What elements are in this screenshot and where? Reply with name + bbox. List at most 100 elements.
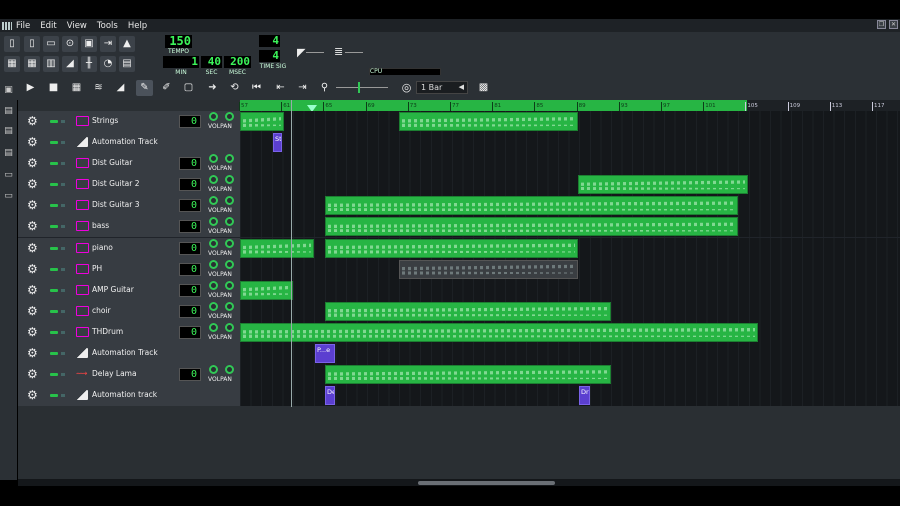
mixer-icon[interactable]: ╫ — [81, 56, 97, 72]
gear-icon[interactable]: ⚙ — [27, 346, 38, 360]
piano-roll-icon[interactable]: ▥ — [43, 56, 59, 72]
menu-help[interactable]: Help — [128, 21, 147, 31]
volume-knob[interactable] — [209, 217, 218, 227]
pan-knob[interactable] — [225, 259, 234, 269]
gear-icon[interactable]: ⚙ — [27, 198, 38, 212]
track-lane[interactable] — [240, 321, 900, 343]
volume-knob[interactable] — [209, 196, 218, 206]
back-to-start-icon[interactable]: ⏮ — [248, 80, 265, 96]
track-name[interactable]: Dist Guitar 3 — [92, 200, 140, 209]
automation-clip[interactable]: St — [273, 133, 282, 153]
mixer-channel-display[interactable]: 0 — [179, 241, 201, 255]
pattern-clip[interactable] — [240, 112, 284, 131]
mixer-channel-display[interactable]: 0 — [179, 325, 201, 339]
horizontal-scrollbar[interactable] — [18, 479, 900, 486]
pattern-clip[interactable] — [240, 280, 293, 300]
samples-icon[interactable]: ▤ — [3, 125, 14, 137]
solo-toggle[interactable] — [61, 204, 65, 208]
pattern-clip[interactable] — [240, 322, 758, 342]
mute-toggle[interactable] — [50, 183, 58, 187]
menu-tools[interactable]: Tools — [97, 21, 118, 31]
pattern-clip[interactable] — [399, 112, 578, 131]
instrument-plugins-icon[interactable]: ▣ — [3, 84, 14, 96]
timesig-denominator[interactable]: 4 — [259, 50, 280, 62]
track-name[interactable]: Dist Guitar 2 — [92, 179, 140, 188]
track-name[interactable]: Dist Guitar — [92, 158, 132, 167]
solo-toggle[interactable] — [61, 120, 65, 123]
gear-icon[interactable]: ⚙ — [27, 156, 38, 170]
pan-knob[interactable] — [225, 365, 234, 375]
mixer-channel-display[interactable]: 0 — [179, 157, 201, 171]
remove-bar-icon[interactable]: ⇥ — [294, 80, 311, 96]
pattern-clip[interactable] — [578, 175, 748, 195]
solo-toggle[interactable] — [61, 162, 65, 166]
open-project-icon[interactable]: ▭ — [43, 36, 59, 52]
track-lane[interactable] — [240, 174, 900, 196]
volume-knob[interactable] — [209, 112, 218, 121]
pan-knob[interactable] — [225, 280, 234, 290]
pan-knob[interactable] — [225, 238, 234, 248]
controller-rack-icon[interactable]: ◔ — [100, 56, 116, 72]
master-pitch-slider[interactable] — [345, 52, 363, 53]
gear-icon[interactable]: ⚙ — [27, 177, 38, 191]
track-lane[interactable] — [240, 195, 900, 217]
gear-icon[interactable]: ⚙ — [27, 283, 38, 297]
recent-projects-icon[interactable]: ⊙ — [62, 36, 78, 52]
pattern-clip[interactable] — [325, 196, 738, 216]
autoscroll-icon[interactable]: ➜ — [204, 80, 221, 96]
master-pitch-icon[interactable]: ≣ — [334, 45, 343, 58]
track-name[interactable]: PH — [92, 264, 102, 273]
gear-icon[interactable]: ⚙ — [27, 241, 38, 255]
track-name[interactable]: Automation Track — [92, 348, 158, 357]
mute-toggle[interactable] — [50, 288, 58, 292]
timeline[interactable]: 57 61 65 69 73 77 81 85 89 93 97 101 105 109 113 117 — [239, 100, 900, 112]
track-lane[interactable] — [240, 153, 900, 175]
gear-icon[interactable]: ⚙ — [27, 262, 38, 276]
mute-toggle[interactable] — [50, 394, 58, 398]
zoom-slider[interactable] — [336, 82, 388, 93]
add-beat-track-icon[interactable]: ▦ — [68, 80, 85, 96]
track-name[interactable]: Automation track — [92, 390, 157, 399]
pan-knob[interactable] — [225, 154, 234, 164]
song-editor-icon[interactable]: ▦ — [4, 56, 20, 72]
solo-toggle[interactable] — [61, 183, 65, 187]
automation-clip[interactable]: De — [325, 386, 335, 406]
new-from-template-icon[interactable]: ▯ — [24, 36, 40, 52]
pan-knob[interactable] — [225, 175, 234, 185]
presets-icon[interactable]: ▤ — [3, 147, 14, 159]
mixer-channel-display[interactable]: 0 — [179, 262, 201, 276]
mixer-channel-display[interactable]: 0 — [179, 304, 201, 318]
scrollbar-thumb[interactable] — [418, 481, 555, 485]
track-name[interactable]: Delay Lama — [92, 369, 137, 378]
track-name[interactable]: THDrum — [92, 327, 123, 336]
mixer-channel-display[interactable]: 0 — [179, 199, 201, 213]
mute-toggle[interactable] — [50, 246, 58, 250]
volume-knob[interactable] — [209, 238, 218, 248]
mixer-channel-display[interactable]: 0 — [179, 220, 201, 234]
solo-toggle[interactable] — [61, 309, 65, 313]
track-lane[interactable] — [240, 258, 900, 280]
pattern-clip[interactable] — [399, 259, 578, 279]
loop-points-icon[interactable]: ⟲ — [226, 80, 243, 96]
master-volume-slider[interactable] — [306, 52, 324, 53]
computer-icon[interactable]: ▭ — [3, 190, 14, 202]
project-notes-icon[interactable]: ▤ — [119, 56, 135, 72]
pan-knob[interactable] — [225, 322, 234, 332]
mute-toggle[interactable] — [50, 309, 58, 313]
close-icon[interactable]: ✕ — [889, 20, 898, 29]
mute-toggle[interactable] — [50, 225, 58, 229]
gear-icon[interactable]: ⚙ — [27, 135, 38, 149]
mute-toggle[interactable] — [50, 204, 58, 208]
mute-toggle[interactable] — [50, 373, 58, 377]
solo-toggle[interactable] — [61, 225, 65, 229]
track-lane[interactable]: P...e — [240, 343, 900, 365]
solo-toggle[interactable] — [61, 288, 65, 292]
pattern-clip[interactable] — [325, 365, 611, 385]
add-automation-track-icon[interactable]: ◢ — [112, 80, 129, 96]
pan-knob[interactable] — [225, 112, 234, 121]
track-lane[interactable] — [240, 237, 900, 259]
volume-knob[interactable] — [209, 301, 218, 311]
gear-icon[interactable]: ⚙ — [27, 388, 38, 402]
track-lane[interactable] — [240, 111, 900, 132]
volume-knob[interactable] — [209, 259, 218, 269]
